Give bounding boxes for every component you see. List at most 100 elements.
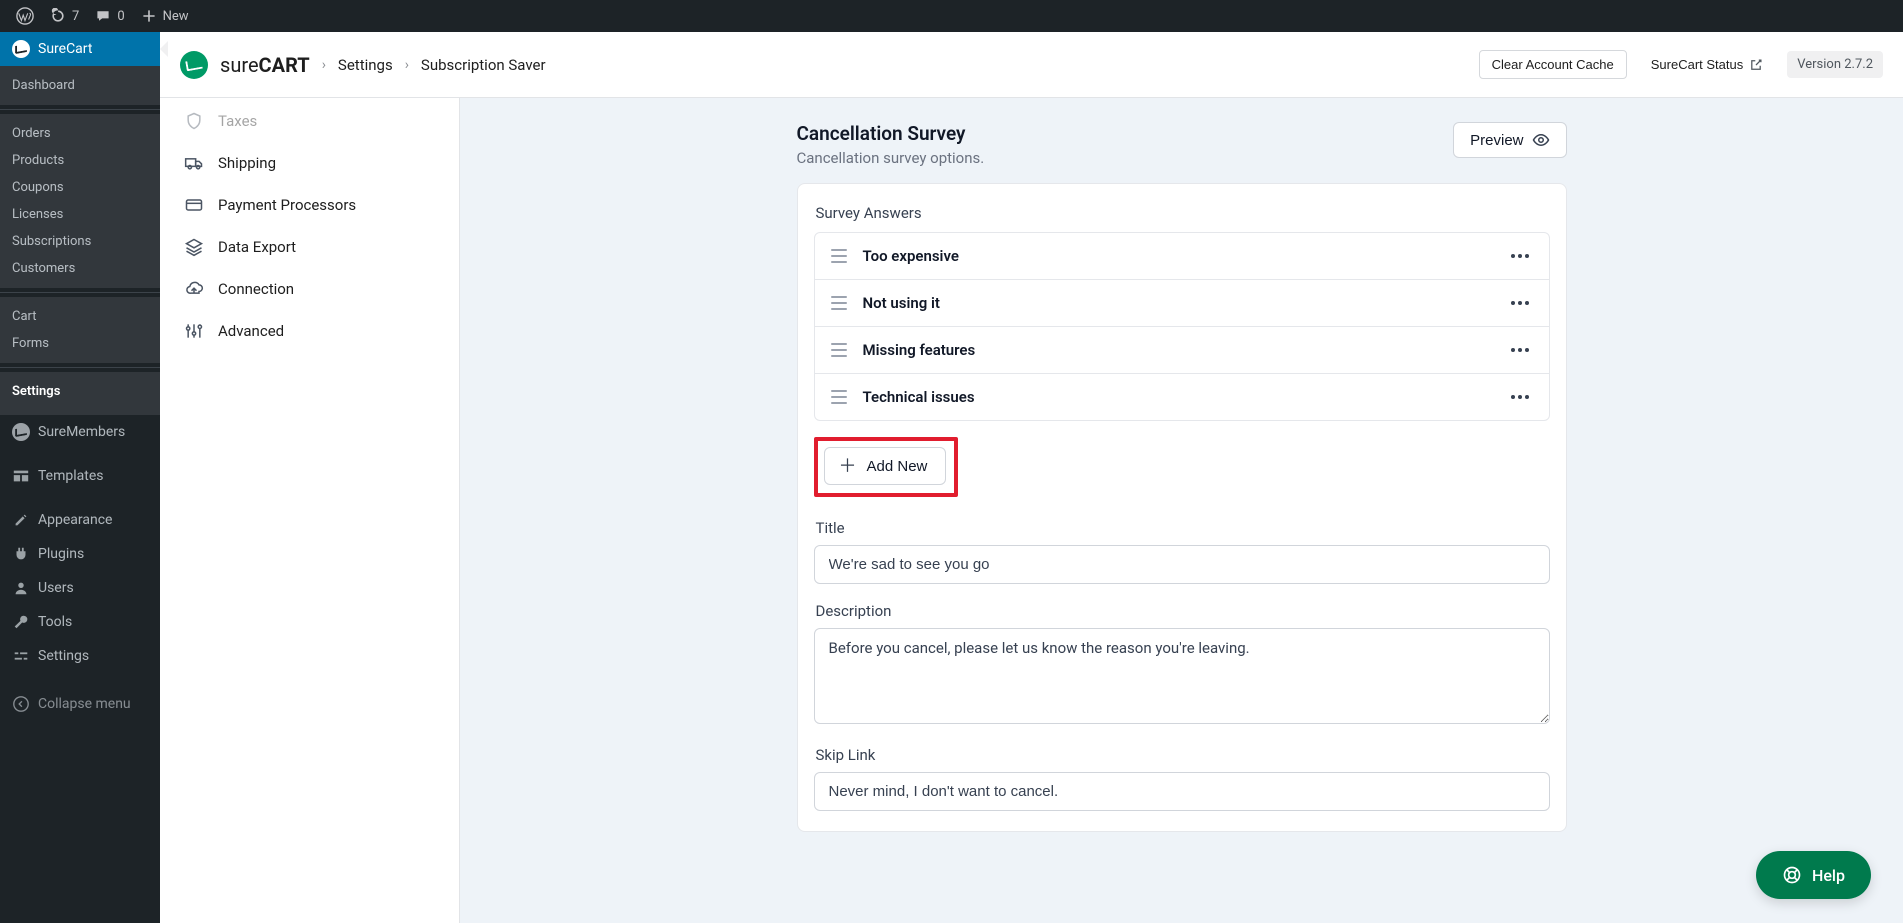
breadcrumb-settings[interactable]: Settings [338,56,393,74]
main-region: sureCART › Settings › Subscription Saver… [160,32,1903,923]
more-actions-button[interactable] [1507,391,1533,403]
preview-label: Preview [1470,132,1523,149]
content-area: Cancellation Survey Cancellation survey … [460,98,1903,923]
answers-list: Too expensive Not using it Missing featu… [814,232,1550,421]
sidebar-item-wp-settings[interactable]: Settings [0,639,160,673]
sidebar-sub-licenses[interactable]: Licenses [0,201,160,228]
wp-logo[interactable] [8,0,42,32]
settings-subnav: Taxes Shipping Payment Processors Data E… [160,98,460,923]
nav-label: Connection [218,280,294,298]
answer-row: Too expensive [815,233,1549,280]
version-badge: Version 2.7.2 [1787,51,1883,78]
section-header: Cancellation Survey Cancellation survey … [797,98,1567,183]
templates-icon [12,467,30,485]
status-label: SureCart Status [1651,57,1744,72]
nav-shipping[interactable]: Shipping [170,142,449,184]
external-link-icon [1749,58,1763,72]
clear-cache-button[interactable]: Clear Account Cache [1479,50,1627,79]
suremembers-icon [12,423,30,441]
nav-connection[interactable]: Connection [170,268,449,310]
life-buoy-icon [1782,865,1802,885]
drag-handle-icon[interactable] [831,249,847,263]
sidebar-item-tools[interactable]: Tools [0,605,160,639]
sidebar-sub-subscriptions[interactable]: Subscriptions [0,228,160,255]
toolbar-new[interactable]: New [133,0,197,32]
appearance-icon [12,511,30,529]
truck-icon [184,153,204,173]
sidebar-sub-settings[interactable]: Settings [0,378,160,405]
card-icon [184,195,204,215]
collapse-label: Collapse menu [38,696,131,712]
answer-label: Missing features [863,341,1491,359]
nav-label: Taxes [218,112,257,130]
sidebar-item-templates[interactable]: Templates [0,459,160,493]
page-header: sureCART › Settings › Subscription Saver… [160,32,1903,98]
surecart-logo [180,51,208,79]
nav-data-export[interactable]: Data Export [170,226,449,268]
more-actions-button[interactable] [1507,344,1533,356]
settings-icon [12,647,30,665]
sidebar-sub-coupons[interactable]: Coupons [0,174,160,201]
title-input[interactable] [814,545,1550,584]
nav-taxes[interactable]: Taxes [170,100,449,142]
toolbar-comments[interactable]: 0 [87,0,132,32]
sidebar-item-plugins[interactable]: Plugins [0,537,160,571]
sidebar-item-suremembers[interactable]: SureMembers [0,415,160,449]
cloud-icon [184,279,204,299]
sidebar-sub-products[interactable]: Products [0,147,160,174]
survey-card: Survey Answers Too expensive Not using i… [797,183,1567,832]
answers-label: Survey Answers [814,204,1550,222]
refresh-count: 7 [72,9,79,24]
skip-link-input[interactable] [814,772,1550,811]
nav-label: Shipping [218,154,276,172]
wp-admin-toolbar: 7 0 New [0,0,1903,32]
answer-label: Technical issues [863,388,1491,406]
chevron-right-icon: › [322,57,326,73]
sidebar-collapse[interactable]: Collapse menu [0,687,160,721]
sidebar-sub-customers[interactable]: Customers [0,255,160,282]
add-new-label: Add New [867,458,928,475]
brand-text: sureCART [220,53,310,77]
help-fab-button[interactable]: Help [1756,851,1871,899]
chevron-right-icon: › [405,57,409,73]
nav-label: Payment Processors [218,196,356,214]
layers-icon [184,237,204,257]
add-new-button[interactable]: ＋ Add New [824,447,947,485]
sidebar-item-surecart[interactable]: SureCart [0,32,160,66]
answer-label: Too expensive [863,247,1491,265]
breadcrumb-current: Subscription Saver [421,56,546,74]
nav-label: Data Export [218,238,296,256]
preview-button[interactable]: Preview [1453,122,1566,158]
sidebar-item-users[interactable]: Users [0,571,160,605]
drag-handle-icon[interactable] [831,390,847,404]
help-label: Help [1812,866,1845,885]
sidebar-sub-forms[interactable]: Forms [0,330,160,357]
toolbar-refresh[interactable]: 7 [42,0,87,32]
drag-handle-icon[interactable] [831,343,847,357]
eye-icon [1532,131,1550,149]
more-actions-button[interactable] [1507,297,1533,309]
surecart-status-button[interactable]: SureCart Status [1639,51,1776,78]
new-label: New [163,9,189,24]
sidebar-item-appearance[interactable]: Appearance [0,503,160,537]
shield-icon [184,111,204,131]
tools-icon [12,613,30,631]
description-textarea[interactable]: Before you cancel, please let us know th… [814,628,1550,724]
wp-admin-sidebar: SureCart Dashboard Orders Products Coupo… [0,32,160,923]
sidebar-sub-cart[interactable]: Cart [0,303,160,330]
answer-label: Not using it [863,294,1491,312]
collapse-icon [12,695,30,713]
sidebar-sub-orders[interactable]: Orders [0,120,160,147]
sidebar-label: Users [38,580,74,596]
comments-count: 0 [117,9,124,24]
nav-advanced[interactable]: Advanced [170,310,449,352]
nav-label: Advanced [218,322,284,340]
plus-icon: ＋ [839,457,857,475]
answer-row: Not using it [815,280,1549,327]
sidebar-label: SureMembers [38,424,125,440]
more-actions-button[interactable] [1507,250,1533,262]
drag-handle-icon[interactable] [831,296,847,310]
sidebar-sub-dashboard[interactable]: Dashboard [0,72,160,99]
title-field-label: Title [816,519,1550,537]
nav-payment-processors[interactable]: Payment Processors [170,184,449,226]
